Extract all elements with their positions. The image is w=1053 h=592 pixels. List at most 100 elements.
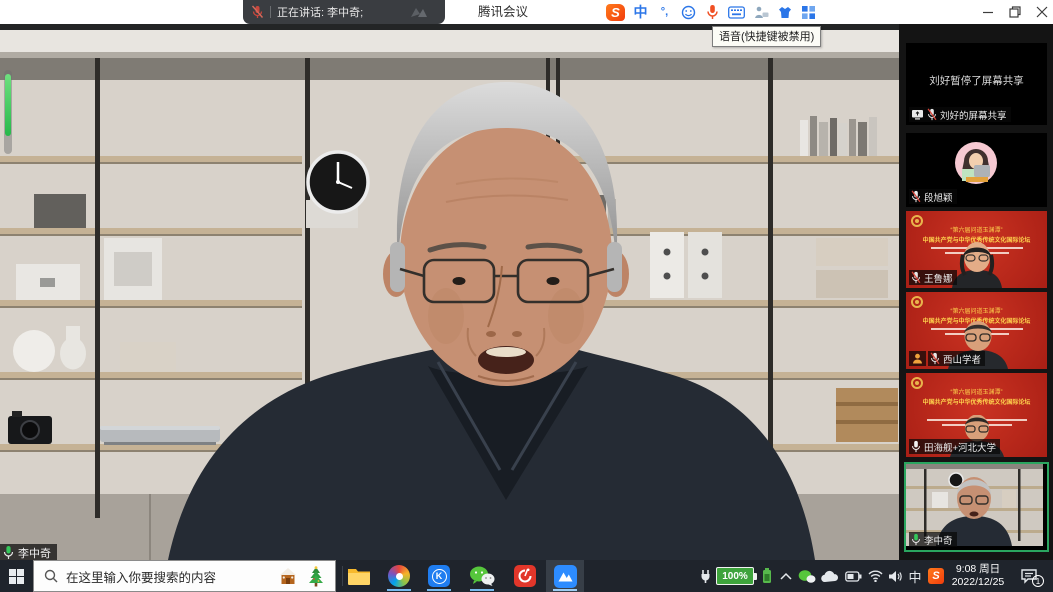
browser-pinwheel-center: [396, 573, 403, 580]
participant-cell-video[interactable]: “第六届问道玉渊潭” 中国共产党与中华优秀传统文化国际论坛 田海舰+河北大学: [906, 373, 1047, 457]
active-indicator: [553, 589, 577, 591]
search-icon: [44, 569, 58, 583]
participant-name-chip: 田海舰+河北大学: [909, 439, 1000, 454]
file-explorer-icon: [347, 566, 371, 586]
k-app-letter: K: [432, 569, 447, 584]
slide-title: 中国共产党与中华优秀传统文化国际论坛: [912, 396, 1042, 405]
taskbar-search-input[interactable]: 在这里输入你要搜索的内容: [33, 560, 336, 592]
running-indicator: [387, 589, 411, 591]
ime-keyboard-icon[interactable]: [728, 4, 745, 21]
taskbar-clock[interactable]: 9:08 周日 2022/12/25: [946, 563, 1010, 589]
netease-music-icon: [514, 565, 536, 587]
ime-emoji-icon[interactable]: [680, 4, 697, 21]
participant-name-chip: 刘好的屏幕共享: [909, 107, 1011, 122]
notification-badge: 1: [1032, 575, 1044, 587]
participant-name: 西山学者: [943, 352, 981, 366]
start-button[interactable]: [0, 560, 33, 592]
participant-name-chip: 西山学者: [928, 351, 985, 366]
close-button[interactable]: [1029, 0, 1053, 24]
sogou-logo-icon[interactable]: S: [606, 4, 625, 21]
speaking-indicator-tab[interactable]: 正在讲话: 李中奇;: [243, 0, 445, 24]
battery-manager-tray-icon[interactable]: [760, 560, 774, 592]
ime-mode-tray[interactable]: 中: [906, 560, 924, 592]
screen-share-icon: [911, 109, 924, 120]
participant-cell-screen-share[interactable]: 刘好暂停了屏幕共享 刘好的屏幕共享: [906, 43, 1047, 125]
slide-subtitle: “第六届问道玉渊潭”: [906, 306, 1047, 315]
person-icon: [912, 353, 923, 364]
participant-name: 李中奇: [924, 533, 953, 547]
action-center-button[interactable]: 1: [1012, 560, 1048, 592]
speaker-tray-icon[interactable]: [886, 560, 904, 592]
meeting-logo-watermark: [407, 5, 437, 19]
participant-name: 田海舰+河北大学: [924, 440, 996, 454]
slide-subtitle: “第六届问道玉渊潭”: [906, 225, 1047, 234]
taskbar-app-wechat[interactable]: [462, 560, 502, 592]
mic-muted-icon: [930, 352, 940, 365]
mic-on-icon: [911, 440, 921, 453]
speaker-video-scene: [0, 24, 899, 560]
running-indicator: [470, 589, 494, 591]
minimize-button[interactable]: [975, 0, 1001, 24]
restore-button[interactable]: [1002, 0, 1028, 24]
grey-box: [34, 194, 86, 228]
window-title: 腾讯会议: [448, 0, 558, 24]
ime-punctuation-icon[interactable]: °,: [656, 4, 673, 21]
titlebar: 正在讲话: 李中奇; 腾讯会议 S 中 °,: [0, 0, 1053, 24]
participant-name-chip: 李中奇: [909, 532, 957, 547]
k-app-icon: K: [428, 565, 450, 587]
wechat-tray-icon[interactable]: [797, 560, 817, 592]
round-vase: [13, 330, 55, 372]
minimize-icon: [982, 6, 994, 18]
wechat-icon: [469, 565, 495, 587]
participant-name: 王鲁娜: [924, 271, 953, 285]
mic-speaking-icon: [911, 533, 921, 546]
main-video-speaker[interactable]: 李中奇: [0, 24, 899, 560]
laptop: [100, 426, 220, 445]
cloud-sync-tray-icon[interactable]: [820, 560, 840, 592]
beige-box: [120, 342, 176, 372]
participant-name: 刘好的屏幕共享: [940, 108, 1007, 122]
search-placeholder: 在这里输入你要搜索的内容: [66, 567, 269, 586]
participant-cell-self[interactable]: 李中奇: [904, 462, 1049, 552]
battery-percent-label: 100%: [716, 567, 754, 585]
speaking-indicator-label: 正在讲话: 李中奇;: [277, 4, 363, 20]
slide-subtitle: “第六届问道玉渊潭”: [906, 387, 1047, 396]
taskbar-app-netease-music[interactable]: [506, 560, 544, 592]
ime-handwriting-icon[interactable]: [752, 4, 769, 21]
participant-cell-video[interactable]: “第六届问道玉渊潭” 中国共产党与中华优秀传统文化国际论坛 王鲁娜: [906, 211, 1047, 288]
tray-chevron-up-icon[interactable]: [778, 560, 794, 592]
participant-name-chip: 段旭颖: [909, 189, 957, 204]
mic-active-icon: [3, 545, 14, 560]
taskbar-app-tencent-meeting[interactable]: [546, 560, 584, 592]
speaker-name-label: 李中奇: [18, 545, 51, 561]
windows-taskbar: 在这里输入你要搜索的内容: [0, 560, 1053, 592]
clock-time: 9:08 周日: [946, 563, 1010, 576]
ime-voice-icon[interactable]: [704, 4, 721, 21]
ime-toolbar: S 中 °,: [606, 2, 817, 22]
ime-toolbox-icon[interactable]: [800, 4, 817, 21]
windows-logo-icon: [9, 569, 24, 584]
battery-status[interactable]: 100%: [716, 560, 757, 592]
participant-cell-video[interactable]: “第六届问道玉渊潭” 中国共产党与中华优秀传统文化国际论坛: [906, 292, 1047, 369]
speaker-name-chip: 李中奇: [0, 544, 57, 560]
participants-sidebar: 刘好暂停了屏幕共享 刘好的屏幕共享: [899, 24, 1053, 560]
taskbar-app-file-explorer[interactable]: [340, 560, 378, 592]
ime-skin-icon[interactable]: [776, 4, 793, 21]
close-icon: [1036, 6, 1048, 18]
power-plug-icon[interactable]: [697, 560, 713, 592]
wifi-tray-icon[interactable]: [866, 560, 884, 592]
mic-muted-icon: [251, 5, 264, 19]
avatar: [954, 141, 998, 185]
screen-share-paused-message: 刘好暂停了屏幕共享: [906, 73, 1047, 88]
mic-muted-icon: [911, 271, 921, 284]
taskbar-app-k[interactable]: K: [420, 560, 458, 592]
device-tray-icon[interactable]: [843, 560, 863, 592]
mic-muted-icon: [927, 108, 937, 121]
participant-name-chip: 王鲁娜: [909, 270, 957, 285]
volume-level-bar: [5, 74, 11, 136]
ime-chinese-mode-icon[interactable]: 中: [632, 4, 649, 21]
wall-clock: [308, 152, 368, 212]
sogou-tray-icon[interactable]: S: [926, 560, 946, 592]
taskbar-app-browser[interactable]: [380, 560, 418, 592]
participant-cell-avatar[interactable]: 段旭颖: [906, 133, 1047, 207]
